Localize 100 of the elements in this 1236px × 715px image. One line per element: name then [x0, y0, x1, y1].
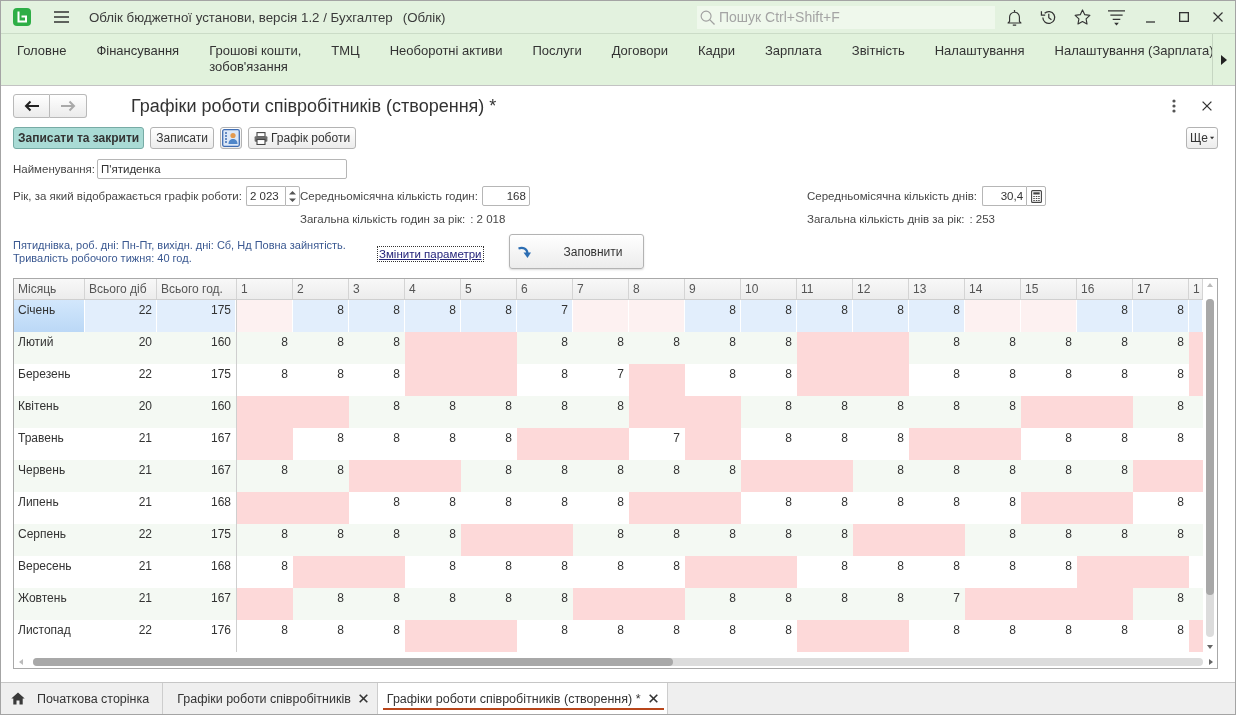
table-cell-text: 8 — [392, 494, 401, 511]
save-button[interactable]: Записати — [150, 127, 214, 149]
table-cell-text: 8 — [1008, 366, 1017, 383]
table-cell-text: 8 — [952, 366, 961, 383]
search-field[interactable]: Пошук Ctrl+Shift+F — [697, 5, 995, 29]
table-cell-text: 8 — [1176, 430, 1185, 447]
table-row[interactable]: Листопад 22 176 8 8 8 8 8 8 8 8 8 8 8 8 8 — [14, 620, 1203, 652]
table-cell-text: 8 — [1064, 334, 1073, 351]
tab[interactable]: Графіки роботи співробітників (створення) * — [377, 683, 668, 714]
section-menu-item[interactable]: Кадри — [683, 43, 750, 59]
table-cell-text: 8 — [1176, 526, 1185, 543]
close-icon[interactable] — [1213, 12, 1223, 22]
table-cell-text: 8 — [504, 430, 513, 447]
table-row[interactable]: Травень 21 167 8 8 8 8 7 8 8 8 8 8 8 — [14, 428, 1203, 460]
table-cell-text: 8 — [336, 462, 345, 479]
table-cell-text: 8 — [392, 398, 401, 415]
close-icon[interactable] — [648, 694, 658, 703]
table-cell: 176 — [157, 620, 237, 652]
back-button[interactable] — [13, 94, 50, 118]
table-cell-text: 22 — [137, 526, 153, 543]
history-icon[interactable] — [1039, 8, 1057, 26]
table-cell-text: 8 — [336, 590, 345, 607]
table-cell-text: 8 — [952, 462, 961, 479]
menu-icon[interactable] — [54, 11, 69, 23]
bell-icon[interactable] — [1005, 8, 1023, 26]
fill-button[interactable]: Заповнити — [508, 234, 644, 269]
section-menu-item[interactable]: Фінансування — [81, 43, 195, 59]
table-cell-text: 8 — [784, 526, 793, 543]
table-cell: 8 — [349, 300, 405, 332]
table-cell-text: 8 — [616, 558, 625, 575]
table-row[interactable]: Серпень 22 175 8 8 8 8 8 8 8 8 8 8 8 8 8 — [14, 524, 1203, 556]
column-header: Місяць — [14, 279, 85, 299]
table-cell-text: 21 — [137, 462, 153, 479]
more-button[interactable]: Ще — [1186, 127, 1218, 149]
section-menu-item[interactable]: Головне — [1, 43, 82, 59]
table-cell-text: 8 — [616, 526, 625, 543]
table-cell-text: 8 — [1064, 430, 1073, 447]
section-menu-item[interactable]: Договори — [596, 43, 683, 59]
tab[interactable]: Початкова сторінка — [1, 683, 164, 714]
section-menu-item[interactable]: Налаштування (Зарплата) — [1039, 43, 1229, 59]
table-cell-text: 8 — [392, 590, 401, 607]
hours-field[interactable]: 168 — [481, 186, 530, 206]
table-cell-text: Жовтень — [17, 590, 68, 607]
caret-icon — [1209, 136, 1214, 140]
maximize-icon[interactable] — [1179, 12, 1189, 22]
table-cell-text: 8 — [896, 494, 905, 511]
table-row[interactable]: Березень 22 175 8 8 8 8 7 8 8 8 8 8 8 8 — [14, 364, 1203, 396]
section-menu-item[interactable]: Послуги — [517, 43, 597, 59]
days-field[interactable]: 30,4 — [982, 186, 1027, 206]
table-row[interactable]: Вересень 21 168 8 8 8 8 8 8 8 8 8 8 8 — [14, 556, 1203, 588]
table-cell-text: 8 — [1008, 462, 1017, 479]
table-row[interactable]: Жовтень 21 167 8 8 8 8 8 8 8 8 8 7 8 — [14, 588, 1203, 620]
print-schedule-button[interactable]: Графік роботи — [247, 127, 357, 149]
column-header: 15 — [1021, 279, 1077, 299]
section-menu-item[interactable]: ТМЦ — [316, 43, 375, 59]
table-cell-text: 8 — [952, 558, 961, 575]
tab[interactable]: Графіки роботи співробітників — [163, 683, 378, 714]
table-row[interactable]: Квітень 20 160 8 8 8 8 8 8 8 8 8 8 8 — [14, 396, 1203, 428]
close-icon[interactable] — [1202, 101, 1212, 111]
year-field[interactable]: 2 023 — [246, 186, 285, 206]
table-row[interactable]: Липень 21 168 8 8 8 8 8 8 8 8 8 8 8 — [14, 492, 1203, 524]
table-cell-text: 8 — [448, 430, 457, 447]
close-icon[interactable] — [358, 694, 368, 703]
table-cell: 8 — [1077, 300, 1133, 332]
table-cell-text: 8 — [392, 430, 401, 447]
minimize-icon[interactable] — [1145, 21, 1155, 23]
calculator-button[interactable] — [1026, 186, 1047, 206]
table-row[interactable]: Лютий 20 160 8 8 8 8 8 8 8 8 8 8 8 8 8 — [14, 332, 1203, 364]
table-cell-text: 8 — [504, 462, 513, 479]
column-header: 10 — [741, 279, 797, 299]
contacts-button[interactable] — [219, 127, 242, 149]
column-header: 6 — [517, 279, 573, 299]
column-header: 4 — [405, 279, 461, 299]
table-cell-text: 8 — [1176, 494, 1185, 511]
lines-dropdown-icon[interactable] — [1107, 8, 1125, 26]
table-cell-text: 8 — [784, 494, 793, 511]
table-cell-text: 8 — [392, 366, 401, 383]
section-menu-item[interactable]: Налаштування — [919, 43, 1040, 59]
name-field[interactable]: П'ятиденка — [97, 159, 348, 179]
table-cell-text: Квітень — [17, 398, 60, 415]
section-menu-item[interactable]: Зарплата — [749, 43, 837, 59]
section-menu-item[interactable]: Необоротні активи — [374, 43, 518, 59]
change-parameters-link[interactable]: Змінити параметри — [377, 245, 484, 262]
table-cell-text: 8 — [616, 398, 625, 415]
table-cell-text: 21 — [137, 430, 153, 447]
save-and-close-button[interactable]: Записати та закрити — [13, 127, 145, 149]
column-header: 7 — [573, 279, 629, 299]
column-header: Всього діб — [85, 279, 157, 299]
table-cell: 22 — [85, 300, 157, 332]
table-row[interactable]: Червень 21 167 8 8 8 8 8 8 8 8 8 8 8 8 — [14, 460, 1203, 492]
table-cell-text: 21 — [137, 494, 153, 511]
section-menu-item[interactable]: Грошові кошти, зобов'язання — [194, 43, 317, 75]
table-row[interactable]: Січень 22 175 8 8 8 8 7 8 8 8 8 8 8 8 — [14, 300, 1203, 332]
more-icon[interactable] — [1172, 99, 1176, 113]
table-cell-text: 8 — [728, 334, 737, 351]
table-cell-text: 8 — [504, 494, 513, 511]
section-menu-item[interactable]: Звітність — [836, 43, 920, 59]
star-icon[interactable] — [1073, 8, 1091, 26]
table-cell-text: 7 — [616, 366, 625, 383]
table-cell: 8 — [405, 300, 461, 332]
